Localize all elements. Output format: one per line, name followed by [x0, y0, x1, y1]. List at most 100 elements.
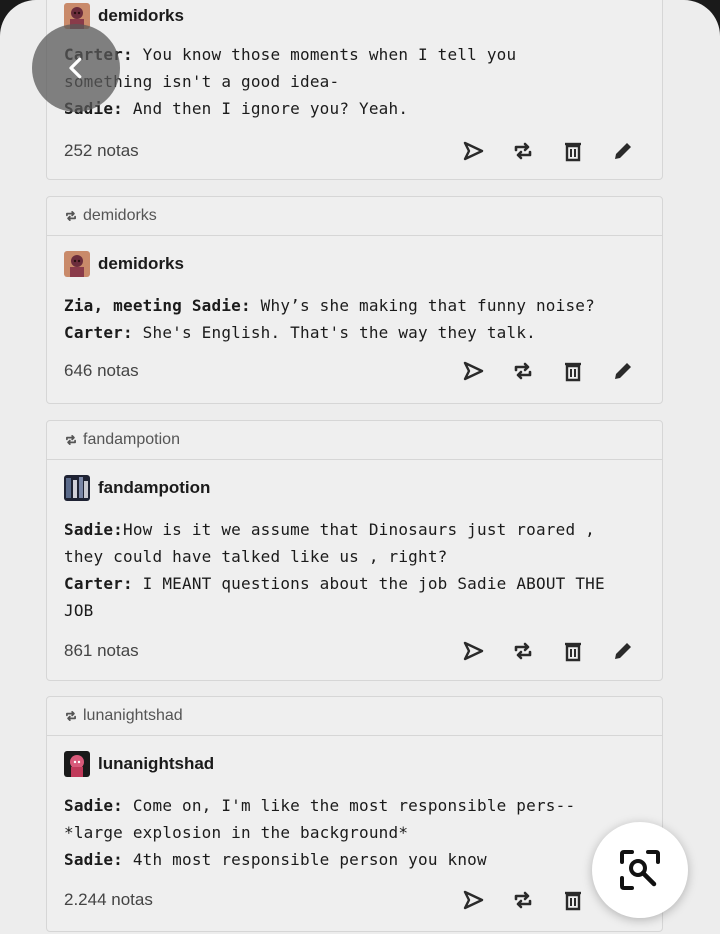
reblog-button[interactable] — [498, 885, 548, 915]
speaker-label: Sadie: — [64, 520, 123, 539]
reblog-source[interactable]: fandampotion — [83, 431, 180, 449]
paper-plane-icon — [463, 361, 484, 381]
post-card: fandampotion fandampotion Sadie:How is i… — [46, 420, 663, 681]
reblog-button[interactable] — [498, 136, 548, 166]
post-body: Zia, meeting Sadie: Why’s she making tha… — [47, 292, 662, 346]
dialogue-text: Come on, I'm like the most responsible p… — [123, 796, 576, 815]
trash-icon — [565, 891, 581, 911]
dialogue-text: *large explosion in the background* — [64, 823, 409, 842]
trash-icon — [565, 362, 581, 382]
image-search-icon — [620, 850, 660, 890]
post-header: fandampotion — [47, 473, 662, 503]
edit-button[interactable] — [598, 636, 648, 666]
post-username[interactable]: demidorks — [98, 254, 184, 274]
reblog-button[interactable] — [498, 356, 548, 386]
paper-plane-icon — [463, 141, 484, 161]
reblog-icon — [514, 142, 532, 160]
delete-button[interactable] — [548, 136, 598, 166]
delete-button[interactable] — [548, 885, 598, 915]
post-username[interactable]: fandampotion — [98, 478, 210, 498]
post-line: *large explosion in the background* — [64, 819, 642, 846]
reblog-source[interactable]: demidorks — [83, 207, 157, 225]
dialogue-text: You know those moments when I tell you — [132, 45, 517, 64]
post-header: lunanightshad — [47, 749, 662, 779]
share-button[interactable] — [448, 885, 498, 915]
image-search-button[interactable] — [592, 822, 688, 918]
reblog-source[interactable]: lunanightshad — [83, 707, 183, 725]
post-line: Sadie: Come on, I'm like the most respon… — [64, 792, 642, 819]
back-button[interactable] — [32, 24, 120, 112]
dialogue-text: JOB — [64, 601, 94, 620]
reblog-icon — [66, 711, 76, 721]
post-body: Carter: You know those moments when I te… — [47, 41, 662, 122]
post-line: something isn't a good idea- — [64, 68, 642, 95]
post-line: Sadie:How is it we assume that Dinosaurs… — [64, 516, 642, 543]
paper-plane-icon — [463, 641, 484, 661]
post-line: Sadie: 4th most responsible person you k… — [64, 846, 642, 873]
pencil-icon — [615, 363, 631, 379]
pencil-icon — [615, 143, 631, 159]
speaker-label: Sadie: — [64, 796, 123, 815]
reblog-header: lunanightshad — [47, 697, 662, 736]
post-actions — [448, 636, 648, 666]
post-line: JOB — [64, 597, 642, 624]
edit-button[interactable] — [598, 356, 648, 386]
reblog-button[interactable] — [498, 636, 548, 666]
notes-count[interactable]: 646 notas — [64, 361, 448, 381]
post-actions — [448, 136, 648, 166]
post-card: demidorks demidorks Zia, meeting Sadie: … — [46, 196, 663, 404]
post-footer: 646 notas — [47, 348, 662, 394]
reblog-icon — [514, 362, 532, 380]
notes-count[interactable]: 2.244 notas — [64, 890, 448, 910]
screen: demidorks Carter: You know those moments… — [0, 0, 720, 934]
avatar[interactable] — [64, 475, 90, 501]
chevron-left-icon — [69, 57, 82, 79]
dialogue-text: I MEANT questions about the job Sadie AB… — [132, 574, 605, 593]
post-body: Sadie: Come on, I'm like the most respon… — [47, 792, 662, 873]
paper-plane-icon — [463, 890, 484, 910]
post-actions — [448, 356, 648, 386]
post-line: Carter: She's English. That's the way th… — [64, 319, 642, 346]
reblog-header: fandampotion — [47, 421, 662, 460]
reblog-icon — [66, 211, 76, 221]
notes-count[interactable]: 861 notas — [64, 641, 448, 661]
dialogue-text: 4th most responsible person you know — [123, 850, 487, 869]
reblog-icon — [66, 435, 76, 445]
post-header: demidorks — [47, 1, 662, 31]
share-button[interactable] — [448, 356, 498, 386]
post-footer: 2.244 notas — [47, 877, 662, 923]
post-card: demidorks Carter: You know those moments… — [46, 0, 663, 180]
dialogue-text: Why’s she making that funny noise? — [250, 296, 595, 315]
share-button[interactable] — [448, 136, 498, 166]
reblog-icon — [514, 642, 532, 660]
post-line: they could have talked like us , right? — [64, 543, 642, 570]
post-header: demidorks — [47, 249, 662, 279]
avatar[interactable] — [64, 751, 90, 777]
speaker-label: Carter: — [64, 323, 133, 342]
post-line: Carter: You know those moments when I te… — [64, 41, 642, 68]
trash-icon — [565, 642, 581, 662]
dialogue-text: they could have talked like us , right? — [64, 547, 448, 566]
post-body: Sadie:How is it we assume that Dinosaurs… — [47, 516, 662, 624]
reblog-header: demidorks — [47, 197, 662, 236]
delete-button[interactable] — [548, 356, 598, 386]
speaker-label: Sadie: — [64, 850, 123, 869]
post-card: lunanightshad lunanightshad Sadie: Come … — [46, 696, 663, 932]
post-footer: 861 notas — [47, 628, 662, 674]
pencil-icon — [615, 643, 631, 659]
post-line: Zia, meeting Sadie: Why’s she making tha… — [64, 292, 642, 319]
edit-button[interactable] — [598, 136, 648, 166]
share-button[interactable] — [448, 636, 498, 666]
post-username[interactable]: demidorks — [98, 6, 184, 26]
speaker-label: Zia, meeting Sadie: — [64, 296, 251, 315]
trash-icon — [565, 142, 581, 162]
reblog-icon — [514, 891, 532, 909]
post-footer: 252 notas — [47, 128, 662, 174]
post-username[interactable]: lunanightshad — [98, 754, 214, 774]
post-line: Carter: I MEANT questions about the job … — [64, 570, 642, 597]
dialogue-text: And then I ignore you? Yeah. — [123, 99, 409, 118]
notes-count[interactable]: 252 notas — [64, 141, 448, 161]
delete-button[interactable] — [548, 636, 598, 666]
dialogue-text: She's English. That's the way they talk. — [132, 323, 536, 342]
avatar[interactable] — [64, 251, 90, 277]
